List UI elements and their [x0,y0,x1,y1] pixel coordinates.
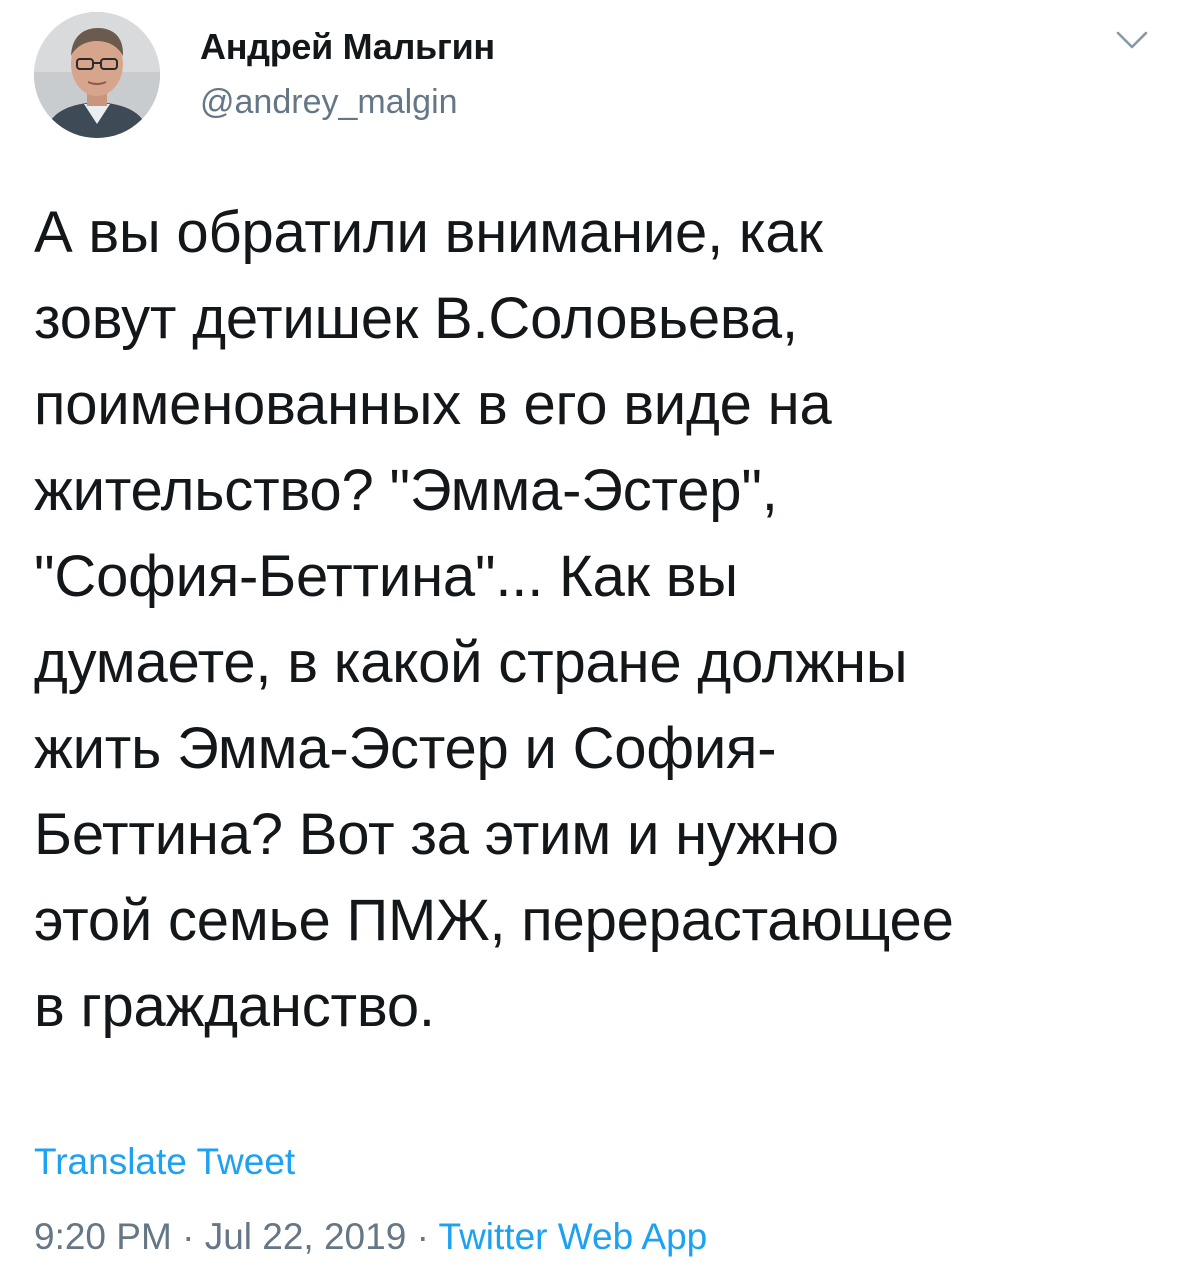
tweet-text-line: зовут детишек В.Соловьева, [34,286,798,351]
tweet-card: Андрей Мальгин @andrey_malgin А вы обрат… [0,0,1179,1280]
tweet-text: А вы обратили внимание, как зовут детише… [34,190,1154,1050]
tweet-text-line: А вы обратили внимание, как [34,200,823,265]
translate-tweet-link[interactable]: Translate Tweet [34,1137,295,1187]
avatar[interactable] [34,12,160,138]
chevron-down-icon [1116,31,1148,49]
tweet-text-line: в гражданство. [34,974,435,1039]
author-block[interactable]: Андрей Мальгин @andrey_malgin [200,26,495,122]
tweet-menu-button[interactable] [1112,20,1152,60]
tweet-text-line: жить Эмма-Эстер и София- [34,716,777,781]
tweet-text-line: жительство? "Эмма-Эстер", [34,458,778,523]
tweet-text-line: думаете, в какой стране должны [34,630,908,695]
tweet-text-line: Беттина? Вот за этим и нужно [34,802,839,867]
tweet-text-line: этой семье ПМЖ, перерастающее [34,888,954,953]
user-avatar-icon [34,12,160,138]
tweet-source-link[interactable]: Twitter Web App [439,1216,708,1257]
author-display-name[interactable]: Андрей Мальгин [200,26,495,68]
tweet-time[interactable]: 9:20 PM [34,1216,172,1257]
tweet-meta: 9:20 PM · Jul 22, 2019 · Twitter Web App [34,1212,707,1262]
author-handle[interactable]: @andrey_malgin [200,82,495,122]
tweet-text-line: "София-Беттина"... Как вы [34,544,738,609]
tweet-date[interactable]: Jul 22, 2019 [205,1216,407,1257]
meta-separator: · [416,1216,429,1257]
meta-separator: · [182,1216,195,1257]
tweet-text-line: поименованных в его виде на [34,372,832,437]
